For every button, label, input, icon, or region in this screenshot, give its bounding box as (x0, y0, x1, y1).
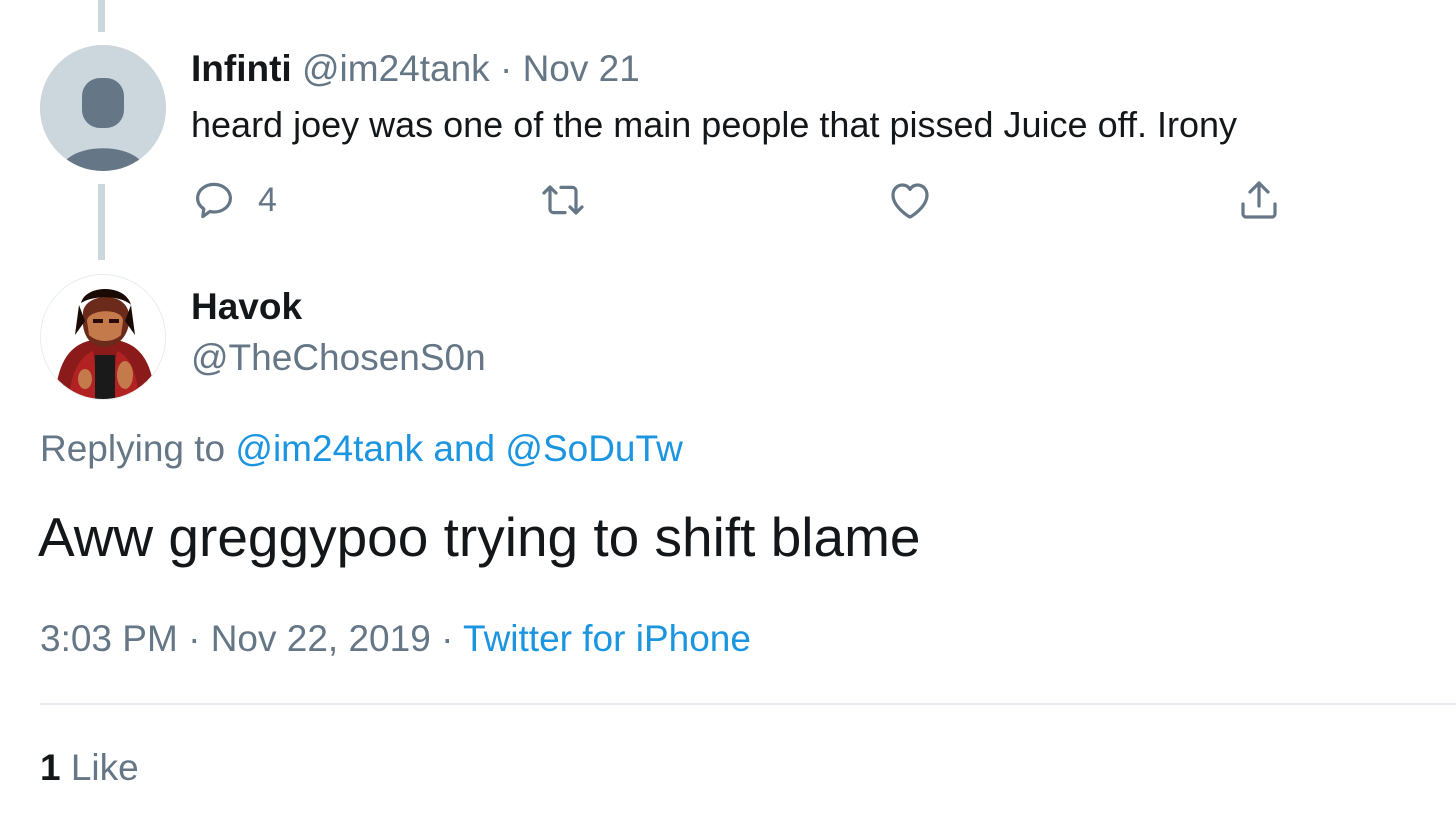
like-label: Like (70, 747, 139, 788)
parent-separator: · (499, 48, 513, 89)
parent-tweet-header: Infinti @im24tank · Nov 21 (191, 48, 640, 90)
share-button[interactable] (1235, 174, 1283, 226)
retweet-button[interactable] (539, 174, 587, 226)
divider (40, 703, 1456, 705)
parent-tweet-text: heard joey was one of the main people th… (191, 104, 1237, 145)
like-button[interactable] (886, 174, 934, 226)
tweet-date[interactable]: Nov 22, 2019 (211, 618, 431, 659)
replying-to-label: Replying to (40, 428, 226, 469)
replying-to-link-im24tank[interactable]: @im24tank (235, 428, 423, 469)
reply-icon (196, 182, 232, 219)
parent-date[interactable]: Nov 21 (523, 48, 640, 89)
default-profile-icon (40, 45, 166, 171)
reply-tweet-text: Aww greggypoo trying to shift blame (38, 506, 921, 568)
replying-to-and[interactable]: and (433, 428, 495, 469)
meta-separator-2: · (441, 618, 454, 659)
profile-avatar[interactable] (40, 274, 166, 400)
reply-display-name[interactable]: Havok (191, 286, 302, 328)
replying-to-line: Replying to @im24tank and @SoDuTw (40, 428, 683, 470)
likes-count-link[interactable]: 1 Like (40, 747, 139, 789)
thread-line-top (98, 0, 105, 32)
share-icon (1241, 181, 1277, 219)
retweet-icon (542, 185, 584, 215)
default-avatar[interactable] (40, 45, 166, 171)
meta-separator-1: · (188, 618, 201, 659)
parent-display-name[interactable]: Infinti (191, 48, 292, 89)
like-count: 1 (40, 747, 61, 788)
parent-handle[interactable]: @im24tank (302, 48, 490, 89)
tweet-metadata: 3:03 PM · Nov 22, 2019 · Twitter for iPh… (40, 618, 751, 660)
profile-photo-icon (41, 275, 165, 399)
tweet-time[interactable]: 3:03 PM (40, 618, 178, 659)
reply-button[interactable]: 4 (190, 174, 277, 226)
reply-count: 4 (258, 180, 277, 219)
reply-handle[interactable]: @TheChosenS0n (191, 337, 486, 379)
like-icon (891, 183, 929, 219)
thread-line-connector (98, 184, 105, 260)
replying-to-link-sodutw[interactable]: @SoDuTw (505, 428, 682, 469)
tweet-source-link[interactable]: Twitter for iPhone (463, 618, 751, 659)
